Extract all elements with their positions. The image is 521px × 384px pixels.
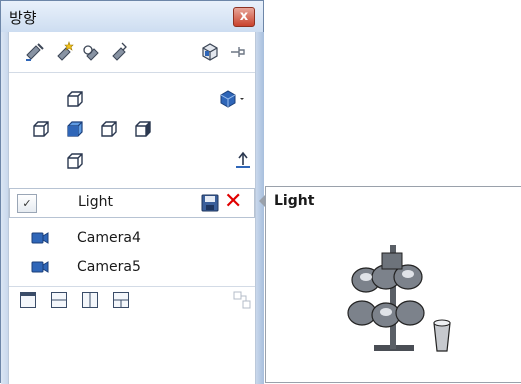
four-viewports-icon[interactable]: [113, 292, 129, 308]
back-view-icon[interactable]: [133, 119, 153, 139]
camera-name: Camera4: [77, 230, 141, 246]
list-item[interactable]: Camera5: [9, 257, 255, 279]
camera-icon: [31, 261, 49, 273]
list-item[interactable]: Camera4: [9, 228, 255, 250]
window-scroll-edge: [256, 32, 264, 384]
orientation-window: 방향 x ✓ Light ✕ Camera4 Camera5: [0, 0, 264, 384]
camera-icon: [31, 232, 49, 244]
right-view-icon[interactable]: [99, 119, 119, 139]
bottom-view-icon[interactable]: [65, 151, 85, 171]
close-button[interactable]: x: [233, 7, 255, 27]
camera-previous-icon[interactable]: [81, 41, 103, 63]
camera-name: Camera5: [77, 259, 141, 275]
link-views-icon[interactable]: [233, 291, 251, 309]
standard-views: [9, 73, 255, 194]
camera-link-icon[interactable]: [108, 41, 130, 63]
left-view-icon[interactable]: [31, 119, 51, 139]
save-icon[interactable]: [201, 194, 219, 212]
saved-view-preview-tooltip: Light: [265, 186, 521, 383]
title-bar[interactable]: 방향 x: [1, 1, 263, 33]
single-viewport-icon[interactable]: [20, 292, 36, 308]
preview-model-image: [347, 245, 451, 352]
display-style-dropdown-icon[interactable]: [219, 89, 247, 109]
saved-view-edit-row[interactable]: ✓ Light ✕: [9, 188, 255, 218]
normal-to-icon[interactable]: [233, 151, 253, 171]
view-toolbar: [9, 32, 255, 73]
two-vertical-viewports-icon[interactable]: [82, 292, 98, 308]
window-left-border: [1, 32, 8, 384]
camera-star-icon[interactable]: [54, 41, 76, 63]
window-title: 방향: [9, 9, 37, 27]
confirm-checkbox[interactable]: ✓: [17, 194, 37, 213]
view-cube-icon[interactable]: [199, 41, 221, 63]
camera-new-icon[interactable]: [24, 41, 46, 63]
two-horizontal-viewports-icon[interactable]: [51, 292, 67, 308]
preview-title: Light: [274, 193, 315, 209]
pin-icon[interactable]: [227, 41, 249, 63]
viewport-layout-bar: [9, 286, 255, 315]
window-body: ✓ Light ✕ Camera4 Camera5: [8, 32, 256, 384]
delete-icon[interactable]: ✕: [224, 191, 242, 213]
top-view-icon[interactable]: [65, 89, 85, 109]
front-view-icon[interactable]: [65, 119, 85, 139]
saved-view-name-input[interactable]: Light: [78, 194, 113, 210]
